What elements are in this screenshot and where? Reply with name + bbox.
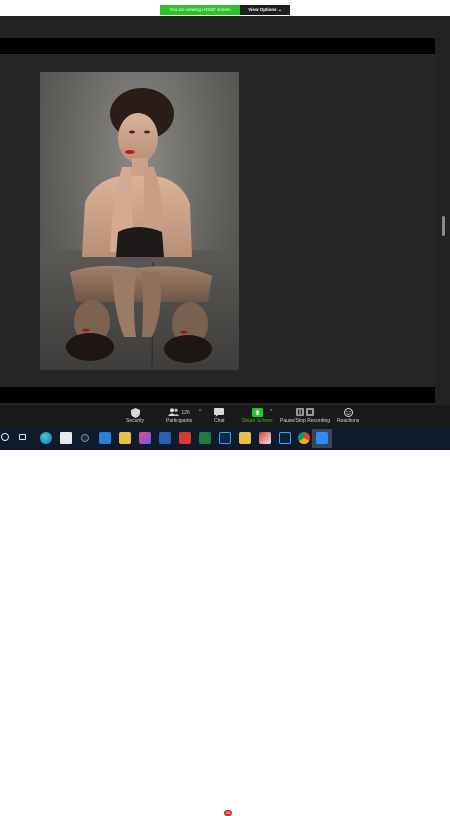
participants-count: 126 xyxy=(181,409,190,416)
view-options-button[interactable]: View Options ⌄ xyxy=(240,5,290,15)
excel-icon[interactable] xyxy=(199,432,211,444)
participants-label: Participants xyxy=(166,418,193,424)
viewing-banner: You are viewing HOSS' screen View Option… xyxy=(160,5,290,15)
chat-unread-badge: 36 xyxy=(224,810,233,816)
explorer-icon[interactable] xyxy=(119,432,131,444)
participants-chevron-icon[interactable]: ^ xyxy=(199,409,201,415)
smiley-icon xyxy=(343,407,353,418)
chrome-icon[interactable] xyxy=(298,432,310,444)
meeting-area xyxy=(0,16,450,405)
reactions-button[interactable]: Reactions xyxy=(337,407,359,425)
mail-icon[interactable] xyxy=(99,432,111,444)
taskview-icon[interactable] xyxy=(19,434,26,440)
photos-icon[interactable] xyxy=(139,432,151,444)
reactions-label: Reactions xyxy=(337,418,360,424)
photoshop-icon[interactable] xyxy=(279,432,291,444)
store-icon[interactable] xyxy=(60,432,72,444)
share-screen-button[interactable]: Share Screen xyxy=(242,407,273,425)
stop-icon xyxy=(306,407,315,418)
portrait-illustration xyxy=(40,88,239,370)
media-icon[interactable] xyxy=(81,434,89,442)
edge-icon[interactable] xyxy=(40,432,52,444)
start-icon[interactable] xyxy=(1,433,9,441)
chat-icon xyxy=(214,407,225,418)
acrobat-icon[interactable] xyxy=(179,432,191,444)
zoom-screen-share-window: You are viewing HOSS' screen View Option… xyxy=(0,0,450,816)
windows-taskbar xyxy=(0,427,450,450)
security-button[interactable]: Security xyxy=(126,407,144,425)
meeting-toolbar: Security 126 Participants ^ Chat 36 Shar… xyxy=(0,405,450,816)
zoom-icon[interactable] xyxy=(316,432,328,444)
lightroom-icon[interactable] xyxy=(219,432,231,444)
share-screen-label: Share Screen xyxy=(242,418,273,424)
participants-icon xyxy=(168,407,180,418)
share-screen-chevron-icon[interactable]: ^ xyxy=(270,409,272,415)
shield-icon xyxy=(130,407,140,418)
viewing-screen-notice: You are viewing HOSS' screen xyxy=(160,5,240,15)
paint-icon[interactable] xyxy=(259,432,271,444)
participants-button[interactable]: 126 Participants xyxy=(166,407,192,425)
folder-icon[interactable] xyxy=(239,432,251,444)
vertical-scrollbar[interactable] xyxy=(442,216,445,236)
chat-label: Chat xyxy=(214,418,225,424)
recording-label: Pause/Stop Recording xyxy=(280,418,331,424)
security-label: Security xyxy=(126,418,145,424)
pause-icon xyxy=(296,407,305,418)
letterbox-bottom xyxy=(0,387,435,403)
chat-button[interactable]: Chat xyxy=(214,407,225,425)
word-icon[interactable] xyxy=(159,432,171,444)
share-screen-icon xyxy=(251,407,263,418)
shared-portrait-photo xyxy=(40,72,239,370)
letterbox-top xyxy=(0,38,435,54)
pause-stop-recording-button[interactable]: Pause/Stop Recording xyxy=(280,407,330,425)
